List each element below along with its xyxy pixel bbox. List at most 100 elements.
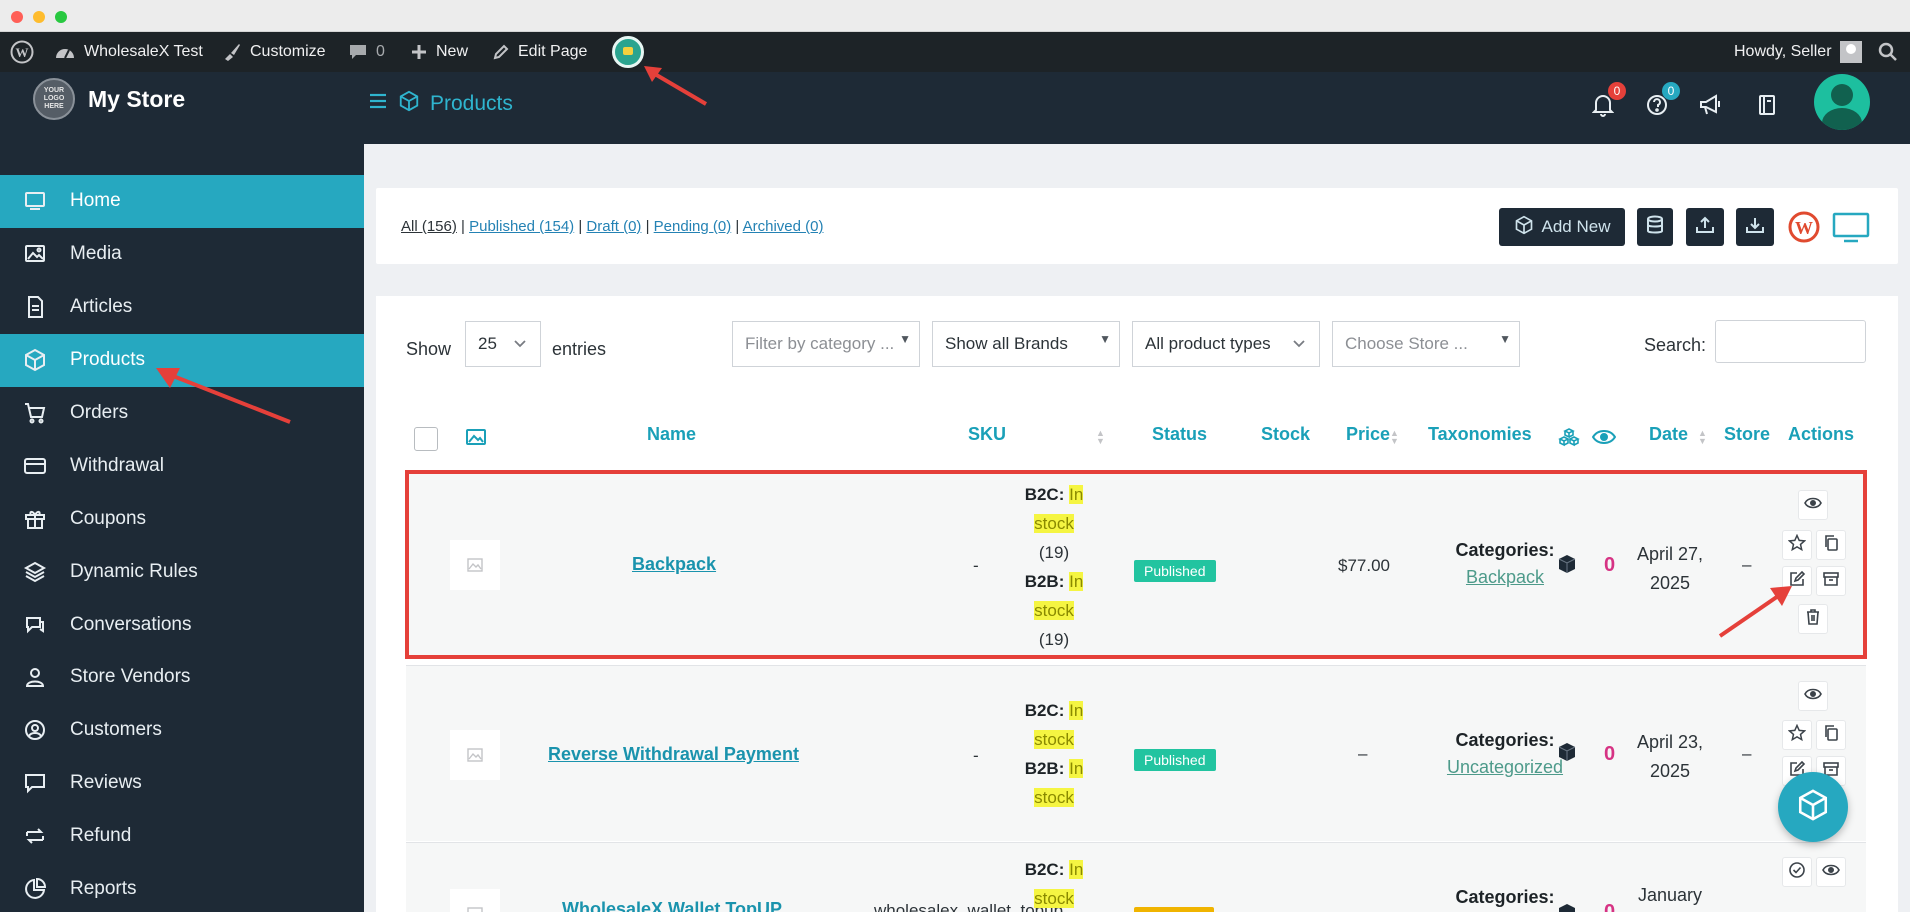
- column-header-name[interactable]: Name: [647, 424, 696, 445]
- sidebar-item-orders[interactable]: Orders: [0, 387, 364, 440]
- sidebar-item-refund[interactable]: Refund: [0, 810, 364, 863]
- sidebar-item-customers[interactable]: Customers: [0, 704, 364, 757]
- sidebar-item-products[interactable]: Products: [0, 333, 364, 387]
- database-button[interactable]: [1637, 208, 1673, 246]
- sidebar-item-store-vendors[interactable]: Store Vendors: [0, 651, 364, 704]
- sidebar-item-home[interactable]: Home: [0, 175, 364, 228]
- caret-down-icon: ▼: [899, 332, 911, 346]
- help-icon[interactable]: 0: [1642, 82, 1680, 120]
- maximize-window-button[interactable]: [55, 11, 67, 23]
- table-row: Reverse Withdrawal Payment - Published B…: [406, 665, 1866, 841]
- filter-published-link[interactable]: Published (154): [469, 218, 574, 235]
- search-label: Search:: [1644, 335, 1707, 355]
- comments-link[interactable]: 0: [348, 32, 385, 72]
- export-button[interactable]: [1686, 208, 1724, 246]
- user-avatar[interactable]: [1814, 74, 1870, 130]
- category-filter-select[interactable]: Filter by category ... ▼: [732, 321, 920, 367]
- entries-select[interactable]: 25: [465, 321, 541, 367]
- cubes-column-icon: [1558, 427, 1580, 452]
- view-button[interactable]: [1798, 681, 1828, 711]
- column-header-store[interactable]: Store: [1724, 424, 1770, 445]
- user-circle-icon: [22, 717, 48, 743]
- plus-icon: [410, 43, 428, 61]
- filter-pending-link[interactable]: Pending (0): [654, 218, 732, 235]
- sidebar-item-label: Reviews: [70, 772, 142, 794]
- sidebar-item-label: Coupons: [70, 507, 147, 529]
- feature-button[interactable]: [1782, 720, 1812, 750]
- wholesalex-plugin-icon[interactable]: [612, 36, 644, 68]
- sort-arrows-icon[interactable]: ▲ ▼: [1096, 429, 1105, 446]
- column-header-taxonomies[interactable]: Taxonomies: [1428, 424, 1532, 445]
- column-header-price[interactable]: Price: [1346, 424, 1390, 445]
- store-brand[interactable]: YOUR LOGO HERE My Store: [0, 72, 364, 144]
- category-link[interactable]: Uncategorized: [1447, 757, 1563, 777]
- sidebar-item-reviews[interactable]: Reviews: [0, 757, 364, 810]
- filter-all-link[interactable]: All (156): [401, 218, 457, 235]
- search-icon[interactable]: [1878, 32, 1898, 72]
- sidebar-item-label: Store Vendors: [70, 666, 191, 688]
- product-thumbnail[interactable]: [450, 730, 500, 780]
- column-header-status[interactable]: Status: [1152, 424, 1207, 445]
- new-label: New: [436, 43, 469, 60]
- sidebar-item-media[interactable]: Media: [0, 228, 364, 281]
- notifications-bell-icon[interactable]: 0: [1588, 82, 1626, 120]
- filter-draft-link[interactable]: Draft (0): [586, 218, 641, 235]
- minimize-window-button[interactable]: [33, 11, 45, 23]
- product-name-link[interactable]: WholesaleX Wallet TopUP: [562, 899, 782, 912]
- customize-label: Customize: [250, 43, 326, 60]
- sidebar-item-articles[interactable]: Articles: [0, 281, 364, 334]
- column-header-sku[interactable]: SKU: [968, 424, 1006, 445]
- sidebar-item-dynamic-rules[interactable]: Dynamic Rules: [0, 545, 364, 598]
- cube-icon: [1558, 742, 1576, 767]
- new-content-link[interactable]: New: [410, 32, 468, 72]
- stock-info: B2C: In stock B2B: In stock: [1024, 701, 1084, 807]
- view-count: 0: [1604, 743, 1616, 765]
- approve-button[interactable]: [1782, 857, 1812, 887]
- entries-label: entries: [552, 339, 607, 359]
- sidebar-item-label: Articles: [70, 296, 133, 318]
- store-name: My Store: [88, 86, 186, 112]
- brands-filter-select[interactable]: Show all Brands ▼: [932, 321, 1120, 367]
- svg-text:W: W: [1795, 218, 1813, 238]
- chat-icon: [22, 612, 48, 638]
- duplicate-button[interactable]: [1816, 720, 1846, 750]
- wordpress-logo-icon[interactable]: W: [10, 32, 34, 72]
- column-header-stock[interactable]: Stock: [1261, 424, 1310, 445]
- hamburger-menu-icon[interactable]: [368, 92, 388, 116]
- product-types-select[interactable]: All product types: [1132, 321, 1320, 367]
- sidebar-item-coupons[interactable]: Coupons: [0, 492, 364, 545]
- sidebar-item-conversations[interactable]: Conversations: [0, 598, 364, 651]
- cube-icon: [1558, 903, 1576, 912]
- column-header-date[interactable]: Date: [1649, 424, 1688, 445]
- wordpress-view-icon[interactable]: W: [1788, 211, 1820, 248]
- import-button[interactable]: [1736, 208, 1774, 246]
- select-all-checkbox[interactable]: [414, 427, 438, 451]
- edit-page-link[interactable]: Edit Page: [492, 32, 587, 72]
- filter-archived-link[interactable]: Archived (0): [743, 218, 824, 235]
- sidebar-item-withdrawal[interactable]: Withdrawal: [0, 439, 364, 492]
- book-icon[interactable]: [1752, 90, 1782, 120]
- sort-arrows-icon[interactable]: ▲ ▼: [1390, 429, 1399, 446]
- store-filter-select[interactable]: Choose Store ... ▼: [1332, 321, 1520, 367]
- sort-arrows-icon[interactable]: ▲ ▼: [1698, 429, 1707, 446]
- layers-icon: [22, 559, 48, 585]
- product-name-link[interactable]: Reverse Withdrawal Payment: [548, 744, 799, 765]
- view-button[interactable]: [1816, 857, 1846, 887]
- site-name-link[interactable]: WholesaleX Test: [54, 32, 203, 72]
- add-new-button[interactable]: Add New: [1499, 208, 1625, 246]
- chevron-down-icon: [512, 335, 528, 356]
- chevron-down-icon: [1291, 335, 1307, 356]
- howdy-user-menu[interactable]: Howdy, Seller: [1734, 32, 1862, 72]
- close-window-button[interactable]: [11, 11, 23, 23]
- eye-icon: [1822, 863, 1840, 881]
- product-thumbnail[interactable]: [450, 889, 500, 912]
- page-title: Products: [430, 92, 513, 115]
- desktop-view-icon[interactable]: [1832, 212, 1870, 249]
- box-icon: [1514, 215, 1534, 240]
- customize-link[interactable]: Customize: [222, 32, 326, 72]
- help-badge: 0: [1662, 82, 1680, 100]
- megaphone-icon[interactable]: [1696, 90, 1726, 120]
- sidebar-item-reports[interactable]: Reports: [0, 863, 364, 912]
- floating-products-button[interactable]: [1778, 772, 1848, 842]
- search-input[interactable]: [1715, 320, 1866, 363]
